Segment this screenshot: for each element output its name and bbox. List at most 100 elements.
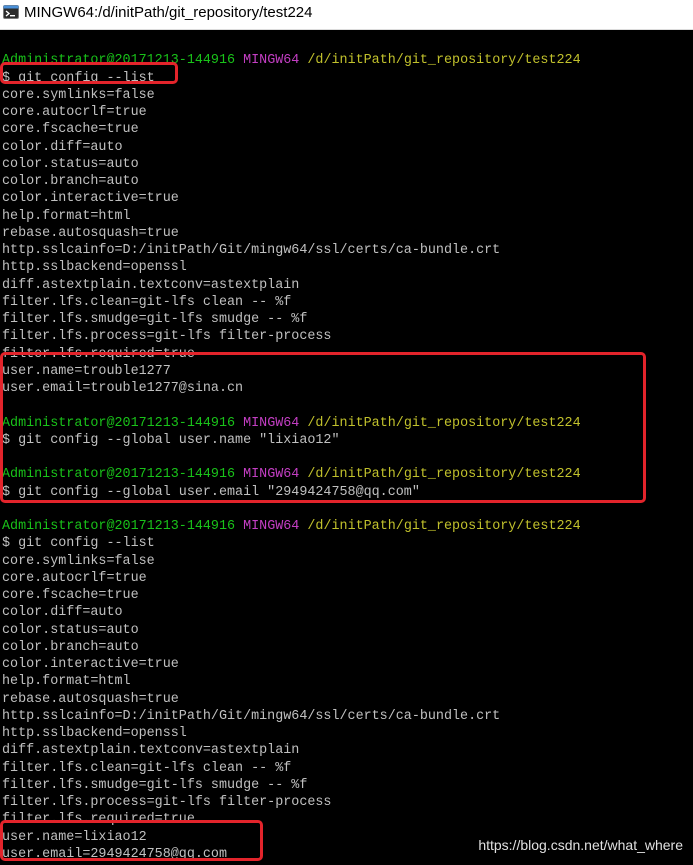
output-line: http.sslbackend=openssl <box>2 259 692 276</box>
title-bar[interactable]: MINGW64:/d/initPath/git_repository/test2… <box>0 0 693 30</box>
prompt-line: Administrator@20171213-144916 MINGW64 /d… <box>2 466 692 483</box>
output-line: color.branch=auto <box>2 639 692 656</box>
output-line: color.branch=auto <box>2 173 692 190</box>
output-text: user.email=trouble1277@sina.cn <box>2 381 244 396</box>
output-text: color.diff=auto <box>2 605 123 621</box>
output-line: core.fscache=true <box>2 121 692 138</box>
output-line: color.diff=auto <box>2 604 692 621</box>
prompt-user: Administrator@20171213-144916 <box>2 53 236 69</box>
output-text: http.sslcainfo=D:/initPath/Git/mingw64/s… <box>2 243 501 258</box>
output-line: filter.lfs.process=git-lfs filter-proces… <box>2 794 692 811</box>
output-line: rebase.autosquash=true <box>2 691 692 708</box>
output-text: color.interactive=true <box>2 657 179 672</box>
output-line: color.interactive=true <box>2 656 692 673</box>
output-line: http.sslbackend=openssl <box>2 725 692 742</box>
output-text: help.format=html <box>2 208 131 224</box>
prompt-user: Administrator@20171213-144916 <box>2 467 236 483</box>
output-line: filter.lfs.smudge=git-lfs smudge -- %f <box>2 777 692 794</box>
terminal-window: MINGW64:/d/initPath/git_repository/test2… <box>0 0 693 865</box>
output-line: user.name=trouble1277 <box>2 363 692 380</box>
output-text: color.status=auto <box>2 622 139 638</box>
command-text: $ git config --list <box>2 536 155 552</box>
output-text: user.name=trouble1277 <box>2 363 171 379</box>
prompt-line: Administrator@20171213-144916 MINGW64 /d… <box>2 52 692 69</box>
output-line: core.autocrlf=true <box>2 570 692 587</box>
output-text: http.sslbackend=openssl <box>2 726 187 741</box>
command-text: $ git config --global user.name "lixiao1… <box>2 432 340 448</box>
output-text: core.fscache=true <box>2 588 139 603</box>
output-line: core.symlinks=false <box>2 553 692 570</box>
output-text: rebase.autosquash=true <box>2 225 179 241</box>
prompt-user: Administrator@20171213-144916 <box>2 519 236 534</box>
command-text: $ git config --list <box>2 70 155 86</box>
output-line: help.format=html <box>2 208 692 225</box>
output-text: core.fscache=true <box>2 122 139 138</box>
output-text: diff.astextplain.textconv=astextplain <box>2 743 300 759</box>
output-text: diff.astextplain.textconv=astextplain <box>2 277 300 293</box>
output-line: user.email=trouble1277@sina.cn <box>2 380 692 397</box>
prompt-user: Administrator@20171213-144916 <box>2 415 236 431</box>
output-text: core.autocrlf=true <box>2 570 147 586</box>
output-text: user.name=lixiao12 <box>2 829 147 845</box>
prompt-path: /d/initPath/git_repository/test224 <box>307 415 581 431</box>
output-line: core.fscache=true <box>2 587 692 604</box>
output-line: core.symlinks=false <box>2 87 692 104</box>
command-line: $ git config --list <box>2 70 692 87</box>
output-text: color.branch=auto <box>2 639 139 655</box>
output-text: user.email=2949424758@qq.com <box>2 846 227 862</box>
prompt-line: Administrator@20171213-144916 MINGW64 /d… <box>2 518 692 535</box>
output-line: rebase.autosquash=true <box>2 225 692 242</box>
prompt-path: /d/initPath/git_repository/test224 <box>307 467 581 483</box>
output-text: filter.lfs.clean=git-lfs clean -- %f <box>2 294 292 310</box>
command-line: $ git config --list <box>2 535 692 552</box>
prompt-path: /d/initPath/git_repository/test224 <box>307 53 581 69</box>
prompt-system: MINGW64 <box>243 467 300 483</box>
prompt-path: /d/initPath/git_repository/test224 <box>307 519 581 534</box>
output-line: http.sslcainfo=D:/initPath/Git/mingw64/s… <box>2 708 692 725</box>
output-line: filter.lfs.required=true <box>2 811 692 828</box>
output-line: help.format=html <box>2 673 692 690</box>
output-text: filter.lfs.clean=git-lfs clean -- %f <box>2 760 292 776</box>
output-line: diff.astextplain.textconv=astextplain <box>2 277 692 294</box>
output-line: core.autocrlf=true <box>2 104 692 121</box>
output-text: core.symlinks=false <box>2 87 155 103</box>
output-line: filter.lfs.required=true <box>2 346 692 363</box>
output-line: color.status=auto <box>2 622 692 639</box>
command-line: $ git config --global user.email "294942… <box>2 484 692 501</box>
output-text: color.interactive=true <box>2 191 179 207</box>
output-text: filter.lfs.required=true <box>2 812 195 828</box>
prompt-system: MINGW64 <box>243 519 300 534</box>
output-text: filter.lfs.smudge=git-lfs smudge -- %f <box>2 312 308 327</box>
output-line: filter.lfs.clean=git-lfs clean -- %f <box>2 760 692 777</box>
output-line: color.interactive=true <box>2 190 692 207</box>
output-text: color.branch=auto <box>2 174 139 189</box>
output-line: filter.lfs.smudge=git-lfs smudge -- %f <box>2 311 692 328</box>
prompt-line: Administrator@20171213-144916 MINGW64 /d… <box>2 415 692 432</box>
output-text: core.symlinks=false <box>2 553 155 569</box>
terminal-output[interactable]: Administrator@20171213-144916 MINGW64 /d… <box>2 35 692 865</box>
output-line: color.diff=auto <box>2 139 692 156</box>
window-title: MINGW64:/d/initPath/git_repository/test2… <box>24 4 313 21</box>
output-text: help.format=html <box>2 674 131 690</box>
watermark-text: https://blog.csdn.net/what_where <box>478 837 683 853</box>
output-text: rebase.autosquash=true <box>2 691 179 707</box>
output-line: filter.lfs.process=git-lfs filter-proces… <box>2 328 692 345</box>
output-line: color.status=auto <box>2 156 692 173</box>
output-line: filter.lfs.clean=git-lfs clean -- %f <box>2 294 692 311</box>
command-line: $ git config --global user.name "lixiao1… <box>2 432 692 449</box>
prompt-system: MINGW64 <box>243 415 300 431</box>
output-text: http.sslbackend=openssl <box>2 260 187 276</box>
mingw-terminal-icon <box>3 5 19 19</box>
output-text: filter.lfs.required=true <box>2 346 195 362</box>
command-text: $ git config --global user.email "294942… <box>2 484 420 500</box>
output-text: http.sslcainfo=D:/initPath/Git/mingw64/s… <box>2 708 501 724</box>
output-line: diff.astextplain.textconv=astextplain <box>2 742 692 759</box>
output-text: color.status=auto <box>2 156 139 172</box>
output-text: filter.lfs.process=git-lfs filter-proces… <box>2 329 332 345</box>
prompt-system: MINGW64 <box>243 53 300 69</box>
output-text: core.autocrlf=true <box>2 105 147 120</box>
